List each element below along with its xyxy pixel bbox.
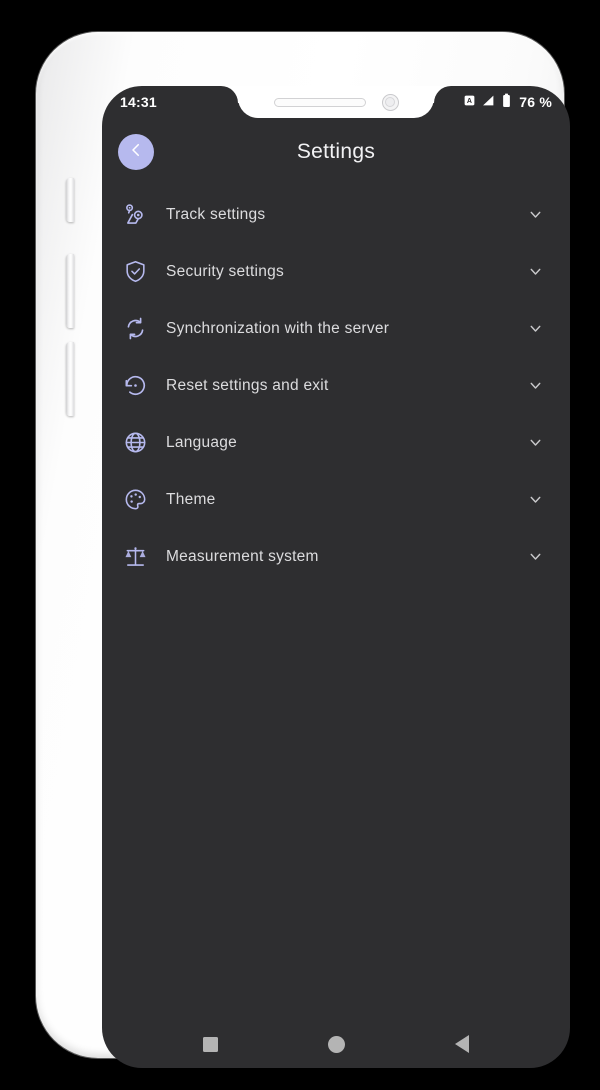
route-pins-icon <box>120 200 150 230</box>
earpiece-speaker-icon <box>273 97 366 107</box>
chevron-down-icon[interactable] <box>524 489 546 511</box>
restore-icon <box>120 371 150 401</box>
list-item-label: Track settings <box>166 205 266 223</box>
chevron-down-icon[interactable] <box>524 261 546 283</box>
back-button[interactable] <box>118 134 154 170</box>
list-item-label: Language <box>166 433 237 451</box>
list-item-measurement-system[interactable]: Measurement system <box>116 528 556 585</box>
chevron-down-icon[interactable] <box>524 204 546 226</box>
status-time: 14:31 <box>120 94 157 110</box>
app-bar: Settings <box>102 118 570 186</box>
volume-up-button[interactable] <box>66 254 74 328</box>
sync-icon <box>120 314 150 344</box>
shield-check-icon <box>120 257 150 287</box>
list-item-theme[interactable]: Theme <box>116 471 556 528</box>
list-item-label: Synchronization with the server <box>166 319 390 337</box>
phone-screen: 14:31 A 76 % Settings Track settings Sec… <box>102 86 570 1068</box>
triangle-left-icon[interactable] <box>455 1035 469 1053</box>
square-icon[interactable] <box>203 1036 218 1052</box>
globe-icon <box>120 428 150 458</box>
list-item-label: Security settings <box>166 262 284 280</box>
volume-down-button[interactable] <box>66 342 74 416</box>
list-item-synchronization[interactable]: Synchronization with the server <box>116 300 556 357</box>
alarm-icon: A <box>463 94 476 110</box>
battery-percent: 76 % <box>519 94 552 110</box>
silent-switch[interactable] <box>66 178 74 222</box>
chevron-down-icon[interactable] <box>524 375 546 397</box>
list-item-label: Measurement system <box>166 547 319 565</box>
phone-frame: 14:31 A 76 % Settings Track settings Sec… <box>36 32 570 1068</box>
scales-icon <box>120 542 150 572</box>
svg-text:A: A <box>467 98 472 105</box>
android-nav-bar <box>102 1020 570 1068</box>
list-item-language[interactable]: Language <box>116 414 556 471</box>
list-item-label: Theme <box>166 490 216 508</box>
chevron-down-icon[interactable] <box>524 546 546 568</box>
signal-icon <box>481 94 496 110</box>
battery-icon <box>501 93 512 111</box>
chevron-down-icon[interactable] <box>524 432 546 454</box>
palette-icon <box>120 485 150 515</box>
chevron-left-icon <box>127 141 145 164</box>
chevron-down-icon[interactable] <box>524 318 546 340</box>
display-notch <box>238 86 434 118</box>
status-bar-icons: A 76 % <box>463 93 552 111</box>
page-title: Settings <box>296 140 376 163</box>
circle-icon[interactable] <box>328 1035 345 1053</box>
settings-list: Track settings Security settings Synchro… <box>102 186 570 585</box>
list-item-reset-settings[interactable]: Reset settings and exit <box>116 357 556 414</box>
front-camera-icon <box>381 93 399 111</box>
list-item-label: Reset settings and exit <box>166 376 329 394</box>
list-item-track-settings[interactable]: Track settings <box>116 186 556 243</box>
list-item-security-settings[interactable]: Security settings <box>116 243 556 300</box>
